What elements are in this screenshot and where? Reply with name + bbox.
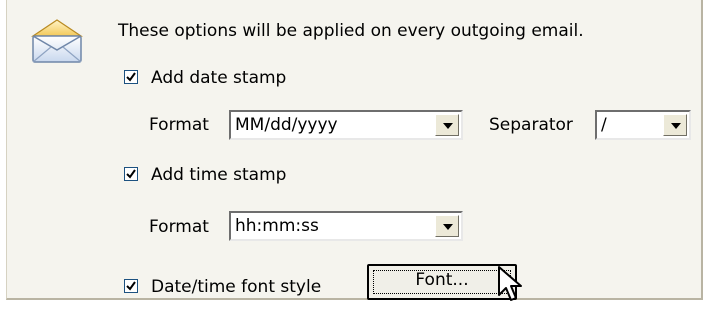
separator-dropdown-icon[interactable] — [663, 114, 687, 136]
separator-value: / — [601, 115, 607, 135]
font-button[interactable]: Font... — [367, 264, 517, 300]
email-stamp-options-panel: These options will be applied on every o… — [6, 0, 703, 300]
date-time-font-style-label[interactable]: Date/time font style — [151, 276, 321, 298]
date-time-font-style-checkbox[interactable] — [124, 279, 138, 293]
time-format-label: Format — [149, 217, 209, 237]
envelope-icon — [29, 16, 85, 66]
date-format-combobox[interactable]: MM/dd/yyyy — [229, 110, 463, 140]
add-time-stamp-label[interactable]: Add time stamp — [151, 164, 286, 186]
mouse-pointer-icon — [497, 265, 525, 309]
time-format-value: hh:mm:ss — [235, 216, 319, 236]
time-format-dropdown-icon[interactable] — [435, 215, 459, 237]
font-button-label: Font... — [415, 270, 469, 290]
checkmark-icon — [126, 169, 136, 179]
intro-text: These options will be applied on every o… — [118, 21, 584, 41]
time-format-combobox[interactable]: hh:mm:ss — [229, 211, 463, 241]
add-date-stamp-label[interactable]: Add date stamp — [151, 67, 286, 89]
separator-combobox[interactable]: / — [595, 110, 691, 140]
date-format-value: MM/dd/yyyy — [235, 115, 338, 135]
checkmark-icon — [126, 72, 136, 82]
separator-label: Separator — [489, 115, 573, 135]
add-date-stamp-checkbox[interactable] — [124, 70, 138, 84]
date-format-label: Format — [149, 115, 209, 135]
add-time-stamp-checkbox[interactable] — [124, 167, 138, 181]
date-format-dropdown-icon[interactable] — [435, 114, 459, 136]
checkmark-icon — [126, 281, 136, 291]
